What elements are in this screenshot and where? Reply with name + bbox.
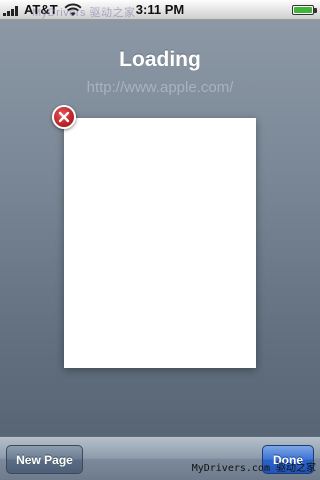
- status-time: 3:11 PM: [135, 2, 185, 17]
- page-title: Loading: [119, 48, 201, 71]
- watermark-text: MyDrivers.com 驱动之家: [191, 463, 316, 474]
- status-bar: AT&T MyDrivers 驱动之家 3:11 PM: [0, 0, 320, 20]
- close-page-button[interactable]: [52, 105, 76, 129]
- new-page-button[interactable]: New Page: [6, 445, 83, 474]
- close-icon: [58, 111, 70, 123]
- bottom-toolbar: New Page Done MyDrivers.com 驱动之家: [0, 436, 320, 480]
- page-url: http://www.apple.com/: [86, 79, 234, 96]
- battery-icon: [292, 5, 317, 15]
- page-thumbnail[interactable]: [64, 118, 256, 368]
